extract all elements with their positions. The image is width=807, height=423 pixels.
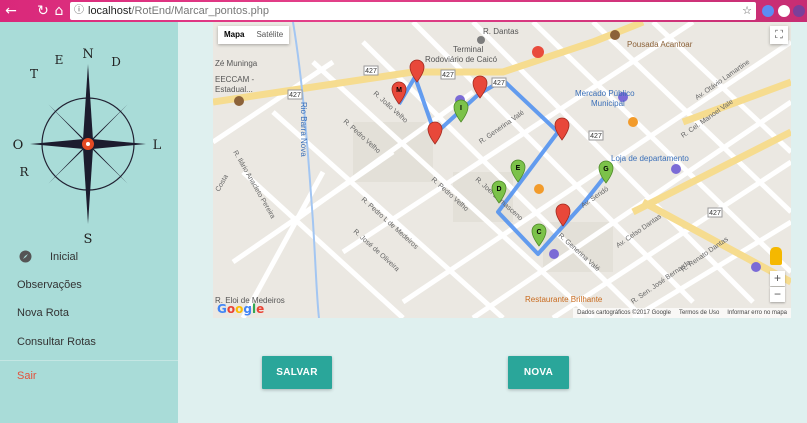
zoom-in-button[interactable]: + [770,271,785,286]
map-label: Loja de departamento [611,154,689,163]
svg-text:D: D [496,186,501,193]
sidebar: N S O L E D T R Inicial Observações Nova… [0,22,178,423]
sidebar-item-consultar-rotas[interactable]: Consultar Rotas [17,336,96,348]
rotend-compass-logo: N S O L E D T R [13,47,162,246]
svg-text:S: S [84,232,93,246]
google-map[interactable]: 427 427 427 427 427 427 Terminal Rodoviá… [213,22,791,318]
zoom-out-button[interactable]: − [770,287,785,302]
street-view-pegman-icon[interactable] [770,247,782,265]
extension-icon[interactable] [778,5,790,17]
map-label: EECCAM - [215,75,254,84]
map-label: Restaurante Brilhante [525,295,603,304]
map-terms-link[interactable]: Termos de Uso [679,308,719,318]
map-label: R. Dantas [483,27,519,36]
url-path: /RotEnd/Marcar_pontos.php [131,5,270,17]
bookmark-star-icon[interactable]: ☆ [742,2,752,20]
svg-text:427: 427 [493,80,505,87]
back-icon[interactable]: ← [2,2,20,20]
map-label: Municipal [591,99,625,108]
map-label: Rodoviário de Caicó [425,55,498,64]
svg-text:427: 427 [365,68,377,75]
sidebar-item-nova-rota[interactable]: Nova Rota [17,307,69,319]
browser-toolbar: ← ↻ ⌂ ⓘ localhost/RotEnd/Marcar_pontos.p… [0,0,807,22]
sidebar-item-observacoes[interactable]: Observações [17,279,82,291]
svg-text:L: L [153,138,162,153]
extension-icon[interactable] [793,5,805,17]
map-label: Mercado Público [575,89,635,98]
svg-text:G: G [603,166,609,173]
home-icon[interactable]: ⌂ [50,2,68,20]
svg-text:R: R [19,165,29,179]
map-label: Estadual... [215,85,253,94]
map-label: Terminal [453,45,483,54]
map-label: Rio Barra Nova [299,102,308,157]
sidebar-item-sair[interactable]: Sair [17,370,37,382]
map-type-satelite-button[interactable]: Satélite [250,26,289,44]
svg-text:427: 427 [590,133,602,140]
sidebar-item-inicial[interactable]: Inicial [17,248,167,266]
map-label: Zé Muninga [215,59,258,68]
compass-icon [19,250,32,263]
map-data-credit: Dados cartográficos ©2017 Google [577,310,671,316]
extension-icon[interactable] [762,5,774,17]
address-bar[interactable]: ⓘ localhost/RotEnd/Marcar_pontos.php ☆ [70,2,756,20]
map-label: Pousada Acantoar [627,40,693,49]
svg-text:T: T [30,67,38,81]
svg-text:427: 427 [289,92,301,99]
map-type-mapa-button[interactable]: Mapa [218,26,250,44]
map-canvas[interactable]: 427 427 427 427 427 427 Terminal Rodoviá… [213,22,791,318]
svg-text:O: O [13,138,24,153]
sidebar-divider [0,360,178,361]
svg-text:427: 427 [442,72,454,79]
main-content: 427 427 427 427 427 427 Terminal Rodoviá… [178,22,807,423]
svg-text:M: M [396,87,402,94]
info-icon[interactable]: ⓘ [74,2,84,20]
new-button[interactable]: NOVA [508,356,569,389]
svg-text:I: I [460,105,462,112]
map-attribution: Dados cartográficos ©2017 Google Termos … [573,308,791,318]
save-button[interactable]: SALVAR [262,356,332,389]
fullscreen-icon[interactable]: ⛶ [770,26,788,44]
map-type-control: Mapa Satélite [218,26,290,44]
svg-text:E: E [55,53,64,67]
svg-text:N: N [82,47,93,62]
svg-text:C: C [536,229,541,236]
svg-text:E: E [516,165,521,172]
url-host: localhost [88,5,132,17]
sidebar-item-label: Inicial [50,251,79,263]
svg-text:427: 427 [709,210,721,217]
google-logo: Google [217,302,265,316]
map-report-link[interactable]: Informar erro no mapa [727,308,787,318]
svg-text:D: D [111,55,121,69]
